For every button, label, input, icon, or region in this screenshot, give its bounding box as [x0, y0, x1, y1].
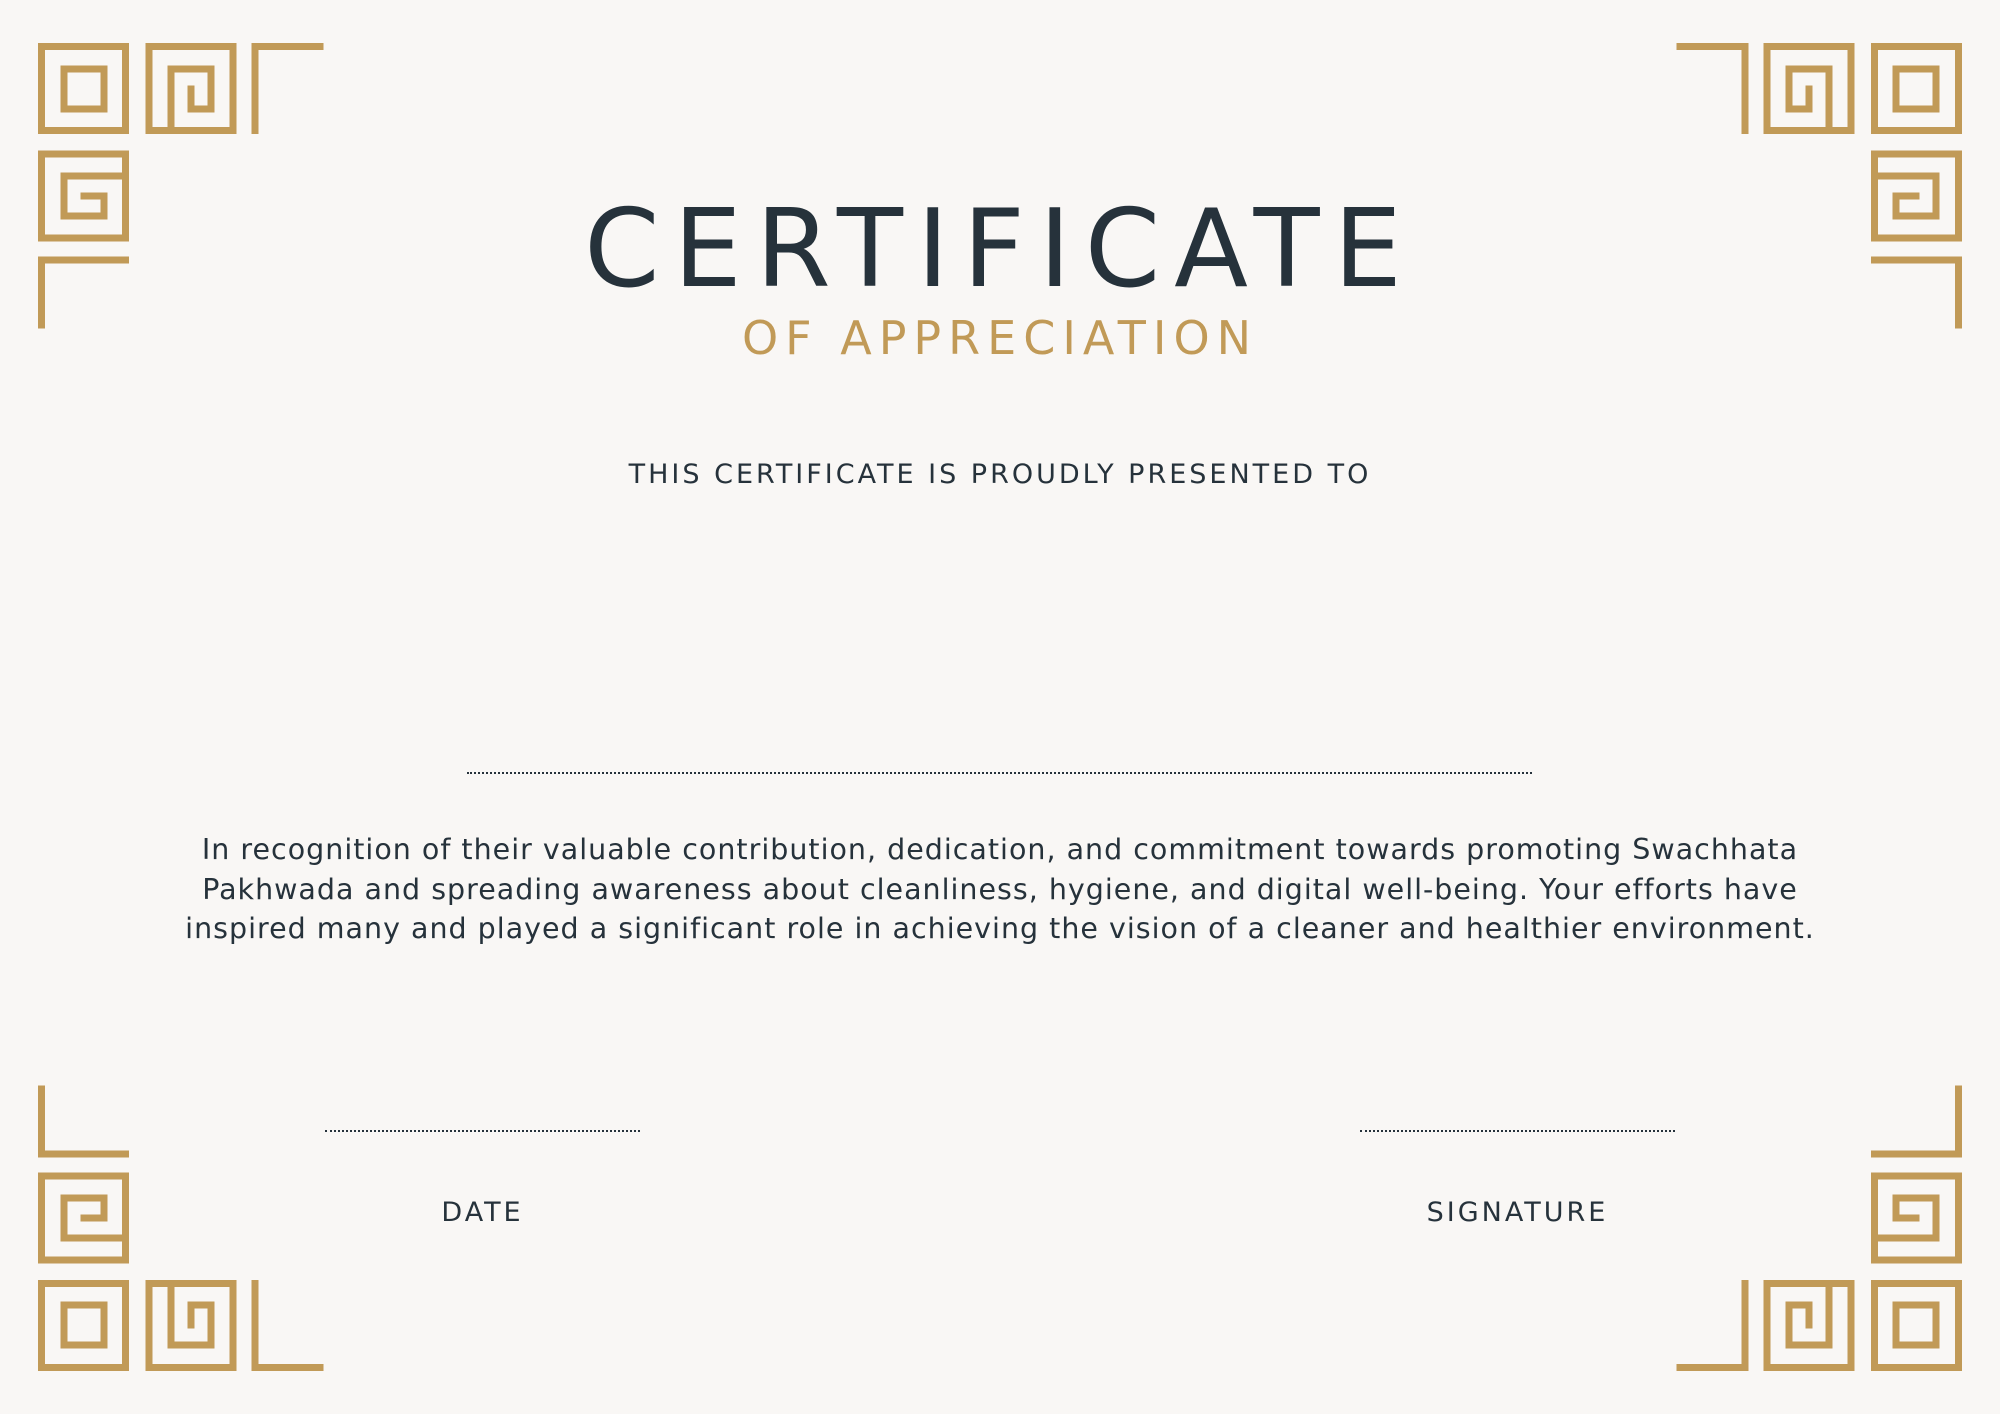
presented-to-heading: THIS CERTIFICATE IS PROUDLY PRESENTED TO — [628, 459, 1372, 490]
recipient-name-line — [467, 772, 1532, 774]
certificate-page: CERTIFICATE OF APPRECIATION THIS CERTIFI… — [0, 0, 2000, 1414]
certificate-subtitle: OF APPRECIATION — [741, 311, 1259, 365]
greek-key-corner-bottom-left-icon — [38, 1071, 338, 1371]
signature-label: SIGNATURE — [1426, 1197, 1609, 1228]
greek-key-corner-bottom-right-icon — [1662, 1071, 1962, 1371]
date-line — [325, 1130, 640, 1132]
date-label: DATE — [441, 1197, 524, 1228]
appreciation-body-text: In recognition of their valuable contrib… — [185, 833, 1815, 945]
signature-line — [1360, 1130, 1675, 1132]
certificate-title: CERTIFICATE — [584, 187, 1416, 312]
